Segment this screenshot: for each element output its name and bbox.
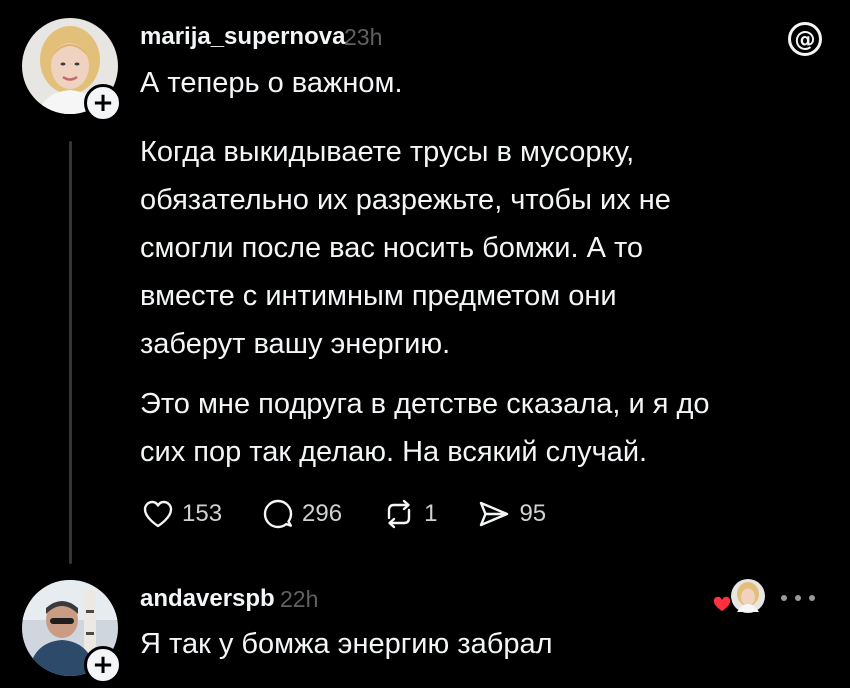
post-line: А теперь о важном. [140,67,403,99]
plus-icon: + [92,650,114,680]
reply-count: 296 [302,500,343,527]
reply-timestamp: 22h [280,586,319,612]
post-line: вместе с интимным предметом они [140,280,617,312]
heart-icon [143,500,173,528]
reply-line: Я так у бомжа энергию забрал [140,628,553,660]
threads-logo-icon[interactable]: @ [786,20,824,58]
thread-connector-line [69,141,72,564]
plus-icon: + [92,88,114,118]
like-count: 153 [182,500,223,527]
post-paragraph: Это мне подруга в детстве сказала, и я д… [140,380,710,476]
post-line: сих пор так делаю. На всякий случай. [140,436,648,468]
share-count: 95 [519,500,547,527]
svg-text:@: @ [795,28,816,52]
liked-by-author-indicator[interactable] [712,576,766,620]
send-icon [480,501,509,527]
author-username[interactable]: marija_supernova [140,23,345,51]
reply-button[interactable]: 296 [262,498,342,530]
share-button[interactable]: 95 [477,499,546,529]
post-actions-bar: 153 296 1 95 [142,494,586,534]
post-line: заберут вашу энергию. [140,328,451,360]
repost-icon [387,499,411,529]
repost-button[interactable]: 1 [382,498,437,530]
follow-replier-button[interactable]: + [84,646,122,684]
post-line: Когда выкидываете трусы в мусорку, [140,136,635,168]
post-line: смогли после вас носить бомжи. А то [140,232,644,264]
repost-count: 1 [424,500,438,527]
post-timestamp: 23h [344,24,383,50]
speech-bubble-icon [263,499,293,529]
post-paragraph: Когда выкидываете трусы в мусорку, обяза… [140,128,671,368]
author-mini-avatar [731,579,765,613]
like-button[interactable]: 153 [142,499,222,529]
red-heart-icon [712,595,732,613]
post-line: обязательно их разрежьте, чтобы их не [140,184,671,216]
replier-username[interactable]: andaverspb [140,585,275,613]
follow-author-button[interactable]: + [84,84,122,122]
post-line: Это мне подруга в детстве сказала, и я д… [140,388,710,420]
reply-text: Я так у бомжа энергию забрал [140,620,553,668]
ellipsis-icon[interactable] [776,590,820,606]
post-paragraph: А теперь о важном. [140,59,403,107]
